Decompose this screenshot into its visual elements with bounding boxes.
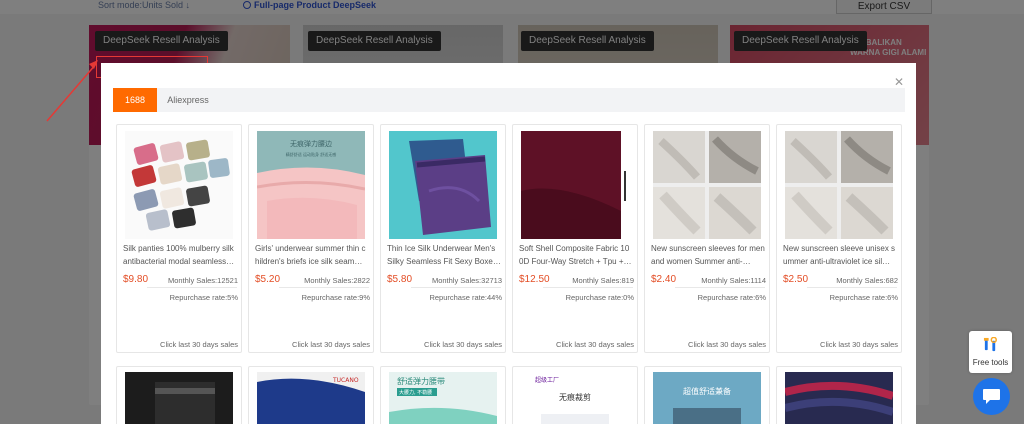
last-30-days-sales-link[interactable]: Click last 30 days sales (688, 340, 766, 349)
free-tools-label: Free tools (972, 358, 1009, 367)
divider (411, 287, 501, 288)
image-text: 无痕弹力腰边 (290, 139, 332, 148)
image-subtext: 无痕裁剪 (559, 392, 591, 402)
product-card[interactable]: 超级工厂 无痕裁剪 (512, 366, 638, 424)
divider (279, 287, 369, 288)
product-title[interactable]: Girls' underwear summer thin children's … (255, 242, 369, 268)
product-image: 超值舒适兼备 (653, 372, 761, 424)
image-subtext: 大腰力, 不勒腰 (399, 389, 432, 396)
product-price: $2.40 (651, 274, 677, 285)
product-image: 无痕弹力腰边 精舒舒适 运动贴身 舒适无感 (257, 131, 365, 239)
last-30-days-sales-link[interactable]: Click last 30 days sales (556, 340, 634, 349)
product-title[interactable]: Silk panties 100% mulberry silk antibact… (123, 242, 237, 268)
product-card[interactable]: 超值舒适兼备 (644, 366, 770, 424)
product-card[interactable]: New sunscreen sleeves for men and women … (644, 124, 770, 353)
close-icon[interactable]: ✕ (893, 76, 905, 88)
product-image: 舒适弹力腰带 大腰力, 不勒腰 (389, 372, 497, 424)
repurchase-rate: Repurchase rate:44% (429, 293, 502, 302)
product-card[interactable]: New sunscreen sleeve unisex summer anti-… (776, 124, 902, 353)
product-price: $12.50 (519, 274, 550, 285)
product-card[interactable] (776, 366, 902, 424)
divider (543, 287, 633, 288)
product-price: $5.20 (255, 274, 281, 285)
product-title[interactable]: Soft Shell Composite Fabric 100D Four-Wa… (519, 242, 633, 268)
product-title[interactable]: Thin Ice Silk Underwear Men's Silky Seam… (387, 242, 501, 268)
product-price: $2.50 (783, 274, 809, 285)
chat-button[interactable] (973, 378, 1010, 415)
image-subtext: 精舒舒适 运动贴身 舒适无感 (286, 151, 337, 157)
product-image (521, 131, 629, 239)
divider (675, 287, 765, 288)
product-card[interactable] (116, 366, 242, 424)
source-tabs: 1688 Aliexpress (113, 88, 905, 112)
monthly-sales: Monthly Sales:819 (572, 276, 634, 285)
product-card[interactable]: Soft Shell Composite Fabric 100D Four-Wa… (512, 124, 638, 353)
last-30-days-sales-link[interactable]: Click last 30 days sales (424, 340, 502, 349)
monthly-sales: Monthly Sales:682 (836, 276, 898, 285)
tab-aliexpress[interactable]: Aliexpress (163, 88, 213, 112)
image-text: 超级工厂 (535, 376, 559, 384)
repurchase-rate: Repurchase rate:6% (829, 293, 898, 302)
product-image: 超级工厂 无痕裁剪 (521, 372, 629, 424)
free-tools-button[interactable]: Free tools (969, 331, 1012, 373)
product-title[interactable]: New sunscreen sleeves for men and women … (651, 242, 765, 268)
repurchase-rate: Repurchase rate:6% (697, 293, 766, 302)
tab-1688[interactable]: 1688 (113, 88, 157, 112)
product-image (125, 131, 233, 239)
repurchase-rate: Repurchase rate:5% (169, 293, 238, 302)
product-card[interactable]: Silk panties 100% mulberry silk antibact… (116, 124, 242, 353)
product-card[interactable]: Thin Ice Silk Underwear Men's Silky Seam… (380, 124, 506, 353)
last-30-days-sales-link[interactable]: Click last 30 days sales (292, 340, 370, 349)
product-card[interactable]: 无痕弹力腰边 精舒舒适 运动贴身 舒适无感 Girls' underwear s… (248, 124, 374, 353)
product-card[interactable]: 舒适弹力腰带 大腰力, 不勒腰 (380, 366, 506, 424)
product-image (389, 131, 497, 239)
product-image (785, 372, 893, 424)
image-text: TUCANO (332, 377, 359, 384)
product-image: TUCANO (257, 372, 365, 424)
image-text: 超值舒适兼备 (683, 386, 731, 396)
monthly-sales: Monthly Sales:32713 (431, 276, 502, 285)
repurchase-rate: Repurchase rate:9% (301, 293, 370, 302)
product-price: $5.80 (387, 274, 413, 285)
last-30-days-sales-link[interactable]: Click last 30 days sales (160, 340, 238, 349)
image-text: 舒适弹力腰带 (397, 376, 445, 386)
product-image (125, 372, 233, 424)
product-image (785, 131, 893, 239)
product-image (653, 131, 761, 239)
repurchase-rate: Repurchase rate:0% (565, 293, 634, 302)
divider (807, 287, 897, 288)
tools-icon (983, 337, 997, 352)
product-card[interactable]: TUCANO (248, 366, 374, 424)
last-30-days-sales-link[interactable]: Click last 30 days sales (820, 340, 898, 349)
product-price: $9.80 (123, 274, 149, 285)
monthly-sales: Monthly Sales:2822 (304, 276, 370, 285)
monthly-sales: Monthly Sales:12521 (167, 276, 238, 285)
monthly-sales: Monthly Sales:1114 (701, 276, 766, 285)
divider (147, 287, 237, 288)
chat-bubble-icon (983, 389, 1000, 404)
product-title[interactable]: New sunscreen sleeve unisex summer anti-… (783, 242, 897, 268)
